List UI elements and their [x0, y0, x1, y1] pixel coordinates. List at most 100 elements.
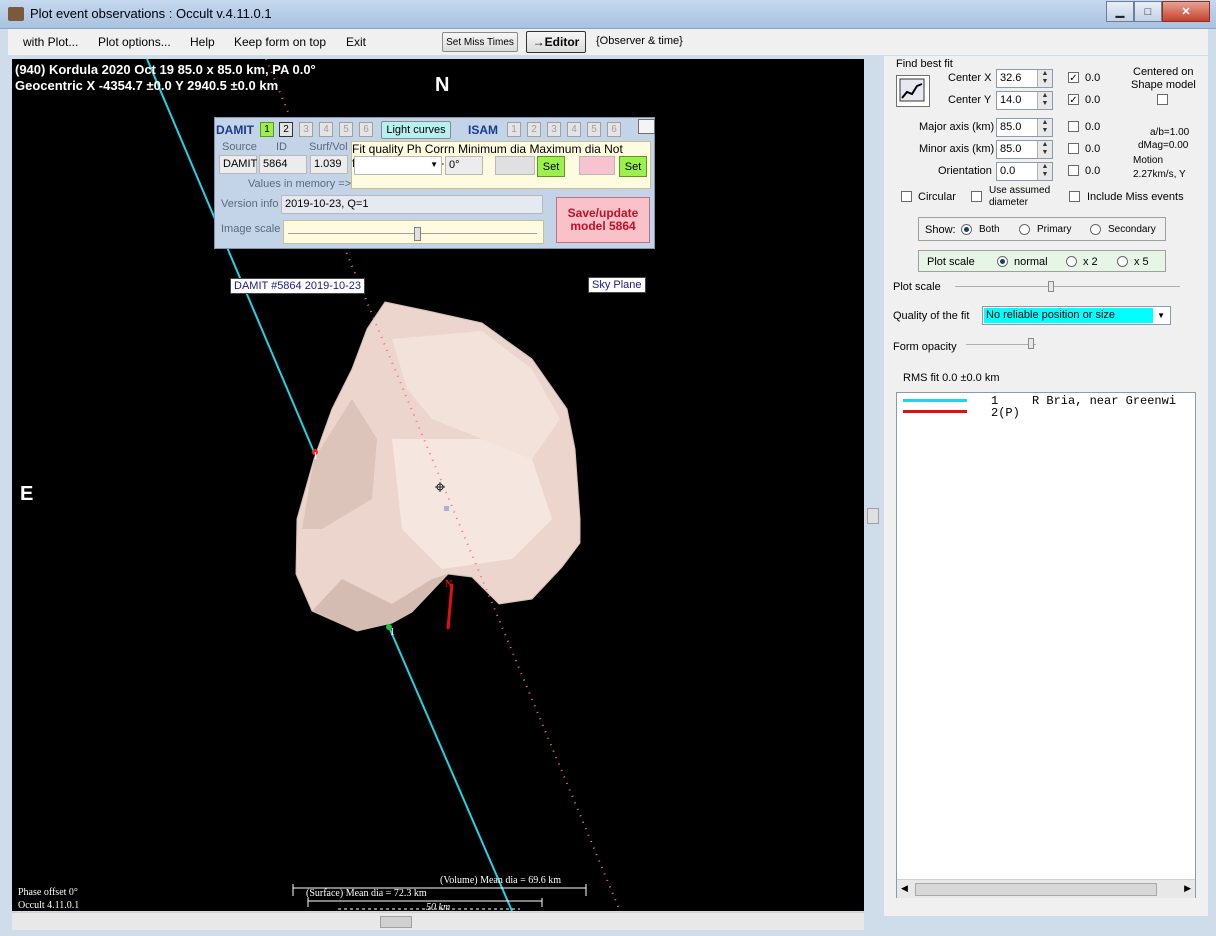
minor-axis-label: Minor axis (km): [919, 143, 995, 155]
scroll-left-icon[interactable]: ◀: [901, 883, 908, 894]
scale-normal-radio[interactable]: [997, 256, 1008, 267]
damit-model-4[interactable]: 4: [319, 122, 333, 137]
show-both-radio[interactable]: [961, 224, 972, 235]
chord-1-label-top: 1: [313, 451, 318, 462]
plot-horizontal-scrollbar[interactable]: [12, 912, 864, 930]
list-scroll-thumb[interactable]: [915, 883, 1157, 896]
circular-checkbox[interactable]: [901, 191, 912, 202]
isam-model-2[interactable]: 2: [527, 122, 541, 137]
occult-version: Occult 4.11.0.1: [18, 900, 80, 911]
east-label: E: [20, 483, 34, 505]
app-icon: [8, 7, 24, 21]
damit-model-2[interactable]: 2: [279, 122, 293, 137]
menu-with-plot[interactable]: with Plot...: [23, 35, 78, 49]
set-max-dia-button[interactable]: Set: [619, 156, 647, 177]
menu-plot-options[interactable]: Plot options...: [98, 35, 171, 49]
menu-help[interactable]: Help: [190, 35, 215, 49]
center-x-label: Center X: [948, 72, 992, 84]
window-controls: ▁ □ ✕: [1106, 1, 1210, 22]
panel-collapse-button[interactable]: [638, 119, 655, 134]
volume-mean-dia: (Volume) Mean dia = 69.6 km: [440, 875, 561, 886]
plot-scale-thumb[interactable]: [1048, 281, 1054, 292]
find-best-fit-button[interactable]: [896, 75, 930, 107]
close-button[interactable]: ✕: [1162, 1, 1210, 22]
centered-on-label: Centered on: [1133, 66, 1194, 78]
major-axis-value: 0.0: [1085, 121, 1101, 133]
major-axis-checkbox[interactable]: [1068, 121, 1079, 132]
observers-list[interactable]: 1 R Bria, near Greenwi 2(P) ◀ ▶: [896, 392, 1196, 898]
major-axis-input[interactable]: 85.0 ▲ ▼: [996, 118, 1053, 137]
set-min-dia-button[interactable]: Set: [537, 156, 565, 177]
plot-scale-slider[interactable]: [955, 286, 1180, 287]
quality-dropdown[interactable]: No reliable position or size ▼: [982, 306, 1171, 325]
set-miss-times-button[interactable]: Set Miss Times: [442, 32, 518, 52]
max-dia-field[interactable]: [579, 156, 615, 175]
menu-exit[interactable]: Exit: [346, 35, 366, 49]
light-curves-button[interactable]: Light curves: [381, 121, 451, 139]
min-dia-field[interactable]: [495, 156, 535, 175]
use-assumed-label: Use assumed diameter: [989, 185, 1051, 208]
scale-x5-radio[interactable]: [1117, 256, 1128, 267]
isam-model-5[interactable]: 5: [587, 122, 601, 137]
isam-model-1[interactable]: 1: [507, 122, 521, 137]
scroll-right-icon[interactable]: ▶: [1184, 883, 1191, 894]
isam-model-4[interactable]: 4: [567, 122, 581, 137]
fit-quality-label: Fit quality: [352, 142, 404, 156]
show-secondary-label: Secondary: [1108, 224, 1156, 235]
use-assumed-checkbox[interactable]: [971, 191, 982, 202]
include-miss-checkbox[interactable]: [1069, 191, 1080, 202]
show-secondary-radio[interactable]: [1090, 224, 1101, 235]
damit-model-3[interactable]: 3: [299, 122, 313, 137]
model-label: DAMIT #5864 2019-10-23: [230, 278, 365, 294]
min-dia-label: Minimum dia: [458, 142, 527, 156]
editor-button[interactable]: →Editor: [526, 31, 586, 53]
plot-scroll-thumb[interactable]: [380, 916, 412, 928]
fit-quality-dropdown[interactable]: ▼: [354, 156, 442, 175]
damit-model-6[interactable]: 6: [359, 122, 373, 137]
center-y-checkbox[interactable]: ✓: [1068, 94, 1079, 106]
damit-model-1[interactable]: 1: [260, 122, 274, 137]
image-scale-slider[interactable]: [283, 220, 544, 244]
north-label: N: [435, 74, 450, 96]
scale-bar-label: 50 km: [426, 902, 451, 911]
minor-axis-input[interactable]: 85.0 ▲ ▼: [996, 140, 1053, 159]
observer-1-name: R Bria, near Greenwi: [1032, 394, 1177, 408]
maximize-button[interactable]: □: [1134, 1, 1162, 22]
centered-on-shape-checkbox[interactable]: [1157, 94, 1168, 105]
dmag: dMag=0.00: [1138, 140, 1189, 151]
scale-x5-label: x 5: [1134, 256, 1149, 268]
image-scale-thumb[interactable]: [414, 227, 421, 241]
show-both-label: Both: [979, 224, 1000, 235]
center-x-checkbox[interactable]: ✓: [1068, 72, 1079, 84]
quality-value: No reliable position or size: [984, 308, 1153, 323]
ph-corrn-field[interactable]: 0°: [445, 156, 483, 175]
minor-axis-checkbox[interactable]: [1068, 143, 1079, 154]
scale-x2-radio[interactable]: [1066, 256, 1077, 267]
center-y-label: Center Y: [948, 94, 992, 106]
save-update-model-button[interactable]: Save/update model 5864: [556, 197, 650, 243]
list-horizontal-scrollbar[interactable]: ◀ ▶: [897, 879, 1195, 898]
minimize-button[interactable]: ▁: [1106, 1, 1134, 22]
minor-axis-value: 0.0: [1085, 143, 1101, 155]
image-scale-label: Image scale: [221, 223, 281, 235]
isam-model-3[interactable]: 3: [547, 122, 561, 137]
show-label: Show:: [925, 224, 956, 236]
rms-fit-label: RMS fit 0.0 ±0.0 km: [903, 372, 1000, 384]
motion-label: Motion: [1133, 155, 1164, 166]
motion-value: 2.27km/s, Y: [1133, 169, 1186, 180]
center-y-value: 0.0: [1085, 94, 1101, 106]
damit-model-5[interactable]: 5: [339, 122, 353, 137]
show-primary-label: Primary: [1037, 224, 1072, 235]
center-y-input[interactable]: 14.0 ▲ ▼: [996, 91, 1053, 110]
phase-offset: Phase offset 0°: [18, 887, 78, 898]
menu-keep-on-top[interactable]: Keep form on top: [234, 35, 326, 49]
form-opacity-slider[interactable]: [966, 344, 1036, 345]
form-opacity-thumb[interactable]: [1028, 338, 1034, 349]
orientation-input[interactable]: 0.0 ▲ ▼: [996, 162, 1053, 181]
center-x-input[interactable]: 32.6 ▲ ▼: [996, 69, 1053, 88]
show-primary-radio[interactable]: [1019, 224, 1030, 235]
splitter-handle[interactable]: [867, 508, 879, 524]
isam-model-6[interactable]: 6: [607, 122, 621, 137]
orientation-checkbox[interactable]: [1068, 165, 1079, 176]
plot-scale-group: Plot scale normal x 2 x 5: [918, 250, 1166, 272]
